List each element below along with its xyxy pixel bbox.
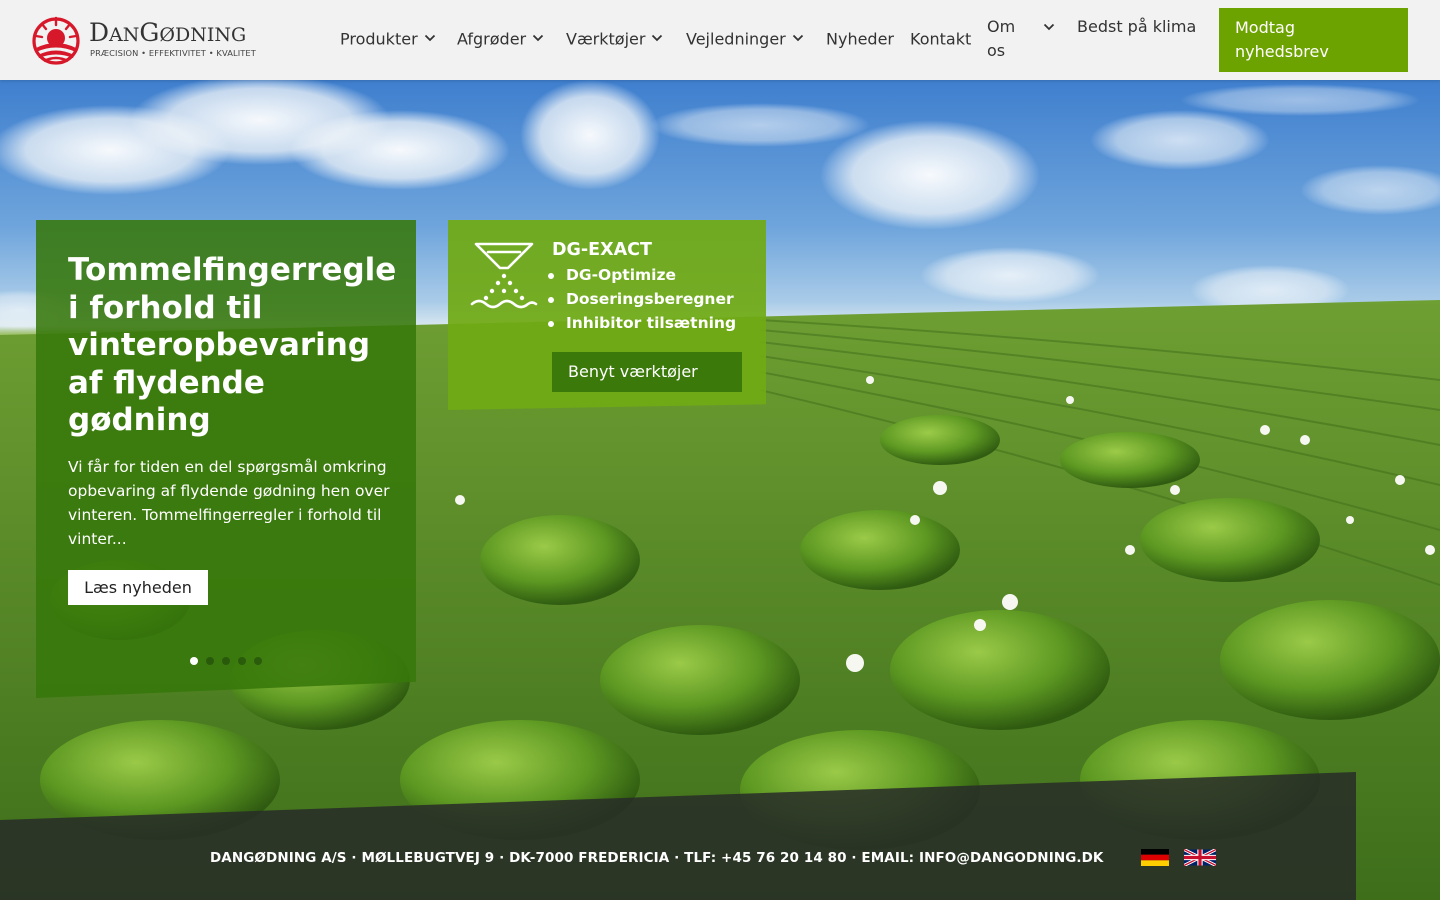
tools-list-item: Inhibitor tilsætning: [548, 311, 736, 335]
nav-item-label: Vejledninger: [686, 29, 786, 49]
tools-title: DG-EXACT: [552, 240, 652, 260]
chevron-down-icon: [652, 34, 663, 42]
tools-list: DG-Optimize Doseringsberegner Inhibitor …: [548, 263, 736, 335]
slider-dot-2[interactable]: [206, 657, 214, 665]
slider-dot-4[interactable]: [238, 657, 246, 665]
tools-card: DG-EXACT DG-Optimize Doseringsberegner I…: [448, 220, 766, 410]
logo[interactable]: DANGØDNING PRÆCISION • EFFEKTIVITET • KV…: [30, 14, 270, 66]
chevron-down-icon: [532, 34, 544, 42]
slider-dot-3[interactable]: [222, 657, 230, 665]
nav-item-label: Produkter: [340, 29, 418, 49]
news-title: Tommelfingerregle i forhold til vinterop…: [68, 252, 397, 438]
tools-list-item: Doseringsberegner: [548, 287, 736, 311]
logo-wordmark: DANGØDNING: [89, 18, 247, 47]
nav-item-label: Værktøjer: [566, 29, 646, 49]
nav-item-vaerktojer[interactable]: Værktøjer: [566, 27, 663, 52]
news-slider-card: Tommelfingerregle i forhold til vinterop…: [36, 220, 416, 698]
logo-tagline: PRÆCISION • EFFEKTIVITET • KVALITET: [90, 48, 256, 58]
news-excerpt: Vi får for tiden en del spørgsmål omkrin…: [68, 458, 390, 548]
nav-item-vejledninger[interactable]: Vejledninger: [686, 27, 804, 52]
chevron-down-icon: [792, 34, 803, 42]
chevron-down-icon: [1043, 23, 1055, 31]
use-tools-button[interactable]: Benyt værktøjer: [552, 352, 742, 392]
nav-item-label: Kontakt: [910, 29, 972, 49]
tools-list-item: DG-Optimize: [548, 263, 736, 287]
contact-info: DANGØDNING A/S · MØLLEBUGTVEJ 9 · DK-700…: [210, 850, 1104, 866]
nav-item-afgroder[interactable]: Afgrøder: [457, 27, 544, 52]
nav-item-om-os[interactable]: Om os: [987, 15, 1067, 65]
uk-flag-icon[interactable]: [1183, 848, 1217, 867]
slider-dot-1[interactable]: [190, 657, 198, 665]
chevron-down-icon: [424, 34, 435, 42]
nav-item-label: Nyheder: [826, 29, 894, 49]
logo-mark-icon: [32, 16, 80, 65]
site-header: DANGØDNING PRÆCISION • EFFEKTIVITET • KV…: [0, 0, 1440, 80]
newsletter-signup-button[interactable]: Modtag nyhedsbrev: [1219, 8, 1408, 72]
nav-item-nyheder[interactable]: Nyheder: [826, 27, 894, 52]
nav-item-label: Om os: [987, 17, 1016, 60]
read-news-button[interactable]: Læs nyheden: [68, 570, 208, 605]
nav-item-bedst-paa-klima[interactable]: Bedst på klima: [1077, 15, 1197, 39]
fertilizer-spreader-icon: [470, 242, 538, 309]
german-flag-icon[interactable]: [1141, 849, 1169, 866]
slider-dot-5[interactable]: [254, 657, 262, 665]
nav-item-label: Afgrøder: [457, 29, 527, 49]
nav-item-kontakt[interactable]: Kontakt: [910, 27, 971, 52]
nav-item-produkter[interactable]: Produkter: [340, 27, 436, 52]
